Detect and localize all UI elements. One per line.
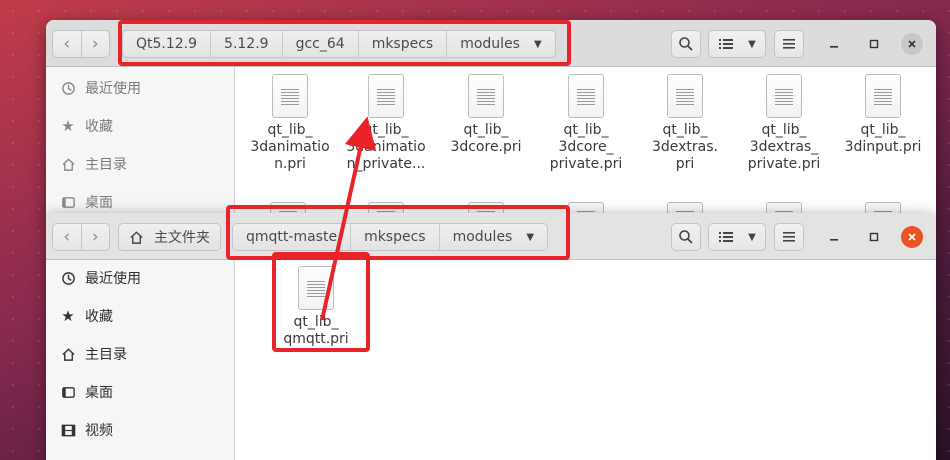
annotation-arrow [320,116,377,321]
